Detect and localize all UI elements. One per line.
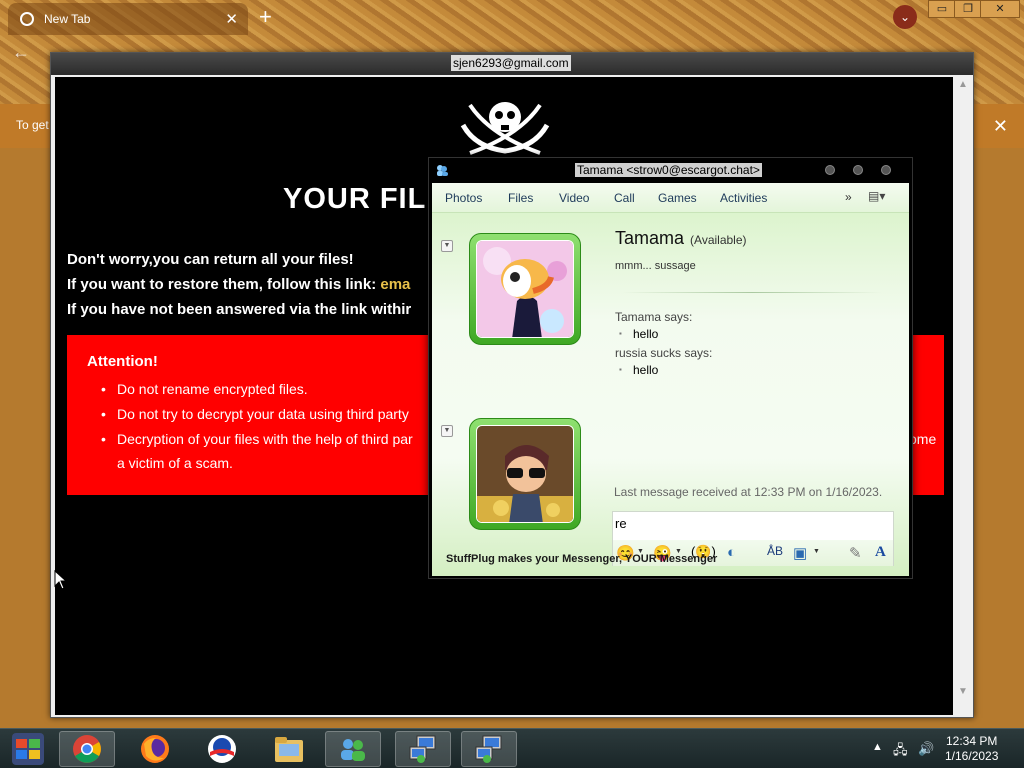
voice-clip-icon[interactable]: ◐	[727, 544, 736, 561]
clock-time: 12:34 PM	[946, 734, 998, 748]
taskbar-obama-app[interactable]	[194, 731, 250, 767]
info-bar-close-icon[interactable]: ✕	[993, 116, 1008, 137]
tab-search-button[interactable]: ⌄	[893, 5, 917, 29]
messenger-menu-bar: Photos Files Video Call Games Activities…	[432, 183, 909, 213]
messenger-client: Photos Files Video Call Games Activities…	[432, 183, 909, 576]
collapse-self-icon[interactable]: ▼	[441, 425, 453, 437]
taskbar-remote-desktop-1[interactable]	[395, 731, 451, 767]
message-sender: Tamama says:	[615, 310, 693, 324]
menu-video[interactable]: Video	[559, 191, 589, 205]
contact-personal-message: mmm... sussage	[615, 260, 696, 272]
back-arrow-icon[interactable]: ←	[12, 42, 30, 63]
clock-date: 1/16/2023	[945, 749, 999, 763]
volume-icon[interactable]: 🔊	[918, 741, 934, 757]
ransom-heading: YOUR FIL	[283, 183, 427, 215]
ransom-window-title: sjen6293@gmail.com	[451, 55, 571, 71]
attention-item-tail: ome	[909, 431, 937, 447]
messenger-close-button[interactable]	[881, 165, 891, 175]
message-text: hello	[619, 327, 659, 341]
taskbar-firefox[interactable]	[127, 731, 183, 767]
contact-name: Tamama (Available)	[615, 228, 747, 249]
menu-options-icon[interactable]: ▤▾	[868, 189, 885, 203]
ransom-line-2-text: If you want to restore them, follow this…	[67, 276, 381, 293]
tab-close-icon[interactable]: ✕	[225, 10, 238, 28]
folder-icon	[275, 737, 303, 762]
messenger-titlebar[interactable]: Tamama <strow0@escargot.chat>	[429, 158, 912, 182]
chrome-icon	[73, 735, 101, 763]
messenger-window: Tamama <strow0@escargot.chat> Photos Fil…	[428, 157, 913, 579]
last-message-info: Last message received at 12:33 PM on 1/1…	[614, 485, 883, 499]
close-window-button[interactable]: ✕	[980, 0, 1020, 18]
attention-item: Do not try to decrypt your data using th…	[101, 406, 409, 422]
attention-item: Decryption of your files with the help o…	[101, 431, 413, 447]
ransom-titlebar[interactable]: sjen6293@gmail.com	[51, 53, 973, 75]
background-icon[interactable]: ▣	[793, 544, 807, 562]
contact-name-text: Tamama	[615, 228, 685, 248]
taskbar: ▲ 🖧 🔊 12:34 PM 1/16/2023	[0, 728, 1024, 768]
collapse-contact-icon[interactable]: ▼	[441, 240, 453, 252]
scroll-up-icon[interactable]: ▲	[958, 79, 968, 90]
firefox-icon	[141, 735, 169, 763]
contact-avatar[interactable]	[469, 233, 581, 345]
menu-call[interactable]: Call	[614, 191, 635, 205]
attention-item-continued: a victim of a scam.	[117, 455, 233, 471]
remote-desktop-icon	[409, 735, 436, 763]
ransom-line-2: If you want to restore them, follow this…	[67, 276, 410, 293]
stuffplug-ad[interactable]: StuffPlug makes your Messenger, YOUR Mes…	[446, 553, 717, 565]
pen-icon[interactable]: ✎	[849, 544, 862, 562]
header-divider	[622, 292, 882, 293]
taskbar-remote-desktop-2[interactable]	[461, 731, 517, 767]
taskbar-file-explorer[interactable]	[261, 731, 317, 767]
attention-item: Do not rename encrypted files.	[101, 381, 308, 397]
obama-logo-icon	[208, 735, 236, 763]
menu-activities[interactable]: Activities	[720, 191, 767, 205]
attention-title: Attention!	[87, 353, 158, 370]
info-bar-text: To get	[16, 118, 49, 132]
start-icon	[12, 733, 44, 765]
menu-more-chevron[interactable]: »	[845, 190, 852, 204]
taskbar-msn-messenger[interactable]	[325, 731, 381, 767]
ransom-email-link[interactable]: ema	[380, 276, 410, 293]
message-sender: russia sucks says:	[615, 346, 713, 360]
contact-avatar-image	[476, 240, 574, 338]
menu-games[interactable]: Games	[658, 191, 697, 205]
mouse-cursor-icon	[54, 570, 68, 590]
font-icon[interactable]: A	[875, 544, 886, 561]
menu-photos[interactable]: Photos	[445, 191, 482, 205]
start-button[interactable]	[0, 731, 56, 767]
messenger-window-title: Tamama <strow0@escargot.chat>	[575, 163, 762, 177]
system-clock[interactable]: 12:34 PM 1/16/2023	[945, 734, 998, 764]
message-text: hello	[619, 363, 659, 377]
network-icon[interactable]: 🖧	[893, 741, 908, 763]
pirate-skull-icon	[460, 102, 550, 155]
ransom-line-3: If you have not been answered via the li…	[67, 301, 412, 318]
chrome-tab-icon	[20, 12, 34, 26]
remote-desktop-icon	[475, 735, 502, 763]
handwriting-icon[interactable]: ÅB	[767, 544, 783, 558]
self-avatar-image	[476, 425, 574, 523]
taskbar-chrome[interactable]	[59, 731, 115, 767]
menu-files[interactable]: Files	[508, 191, 533, 205]
tab-new-tab[interactable]: New Tab ✕	[8, 3, 248, 35]
background-dropdown-icon[interactable]: ▼	[813, 548, 820, 555]
message-input[interactable]	[615, 516, 885, 531]
new-tab-button[interactable]: +	[259, 4, 272, 30]
show-hidden-icons[interactable]: ▲	[872, 741, 883, 753]
messenger-people-icon	[341, 739, 365, 761]
messenger-minimize-button[interactable]	[825, 165, 835, 175]
messenger-logo-icon	[437, 165, 448, 176]
maximize-button[interactable]: ❐	[954, 0, 982, 18]
minimize-button[interactable]: ▭	[928, 0, 956, 18]
self-avatar[interactable]	[469, 418, 581, 530]
ransom-scrollbar[interactable]: ▲ ▼	[955, 77, 971, 715]
contact-status: (Available)	[690, 233, 747, 247]
scroll-down-icon[interactable]: ▼	[958, 686, 968, 697]
ransom-line-1: Don't worry,you can return all your file…	[67, 251, 354, 268]
tab-title: New Tab	[44, 12, 91, 26]
messenger-maximize-button[interactable]	[853, 165, 863, 175]
